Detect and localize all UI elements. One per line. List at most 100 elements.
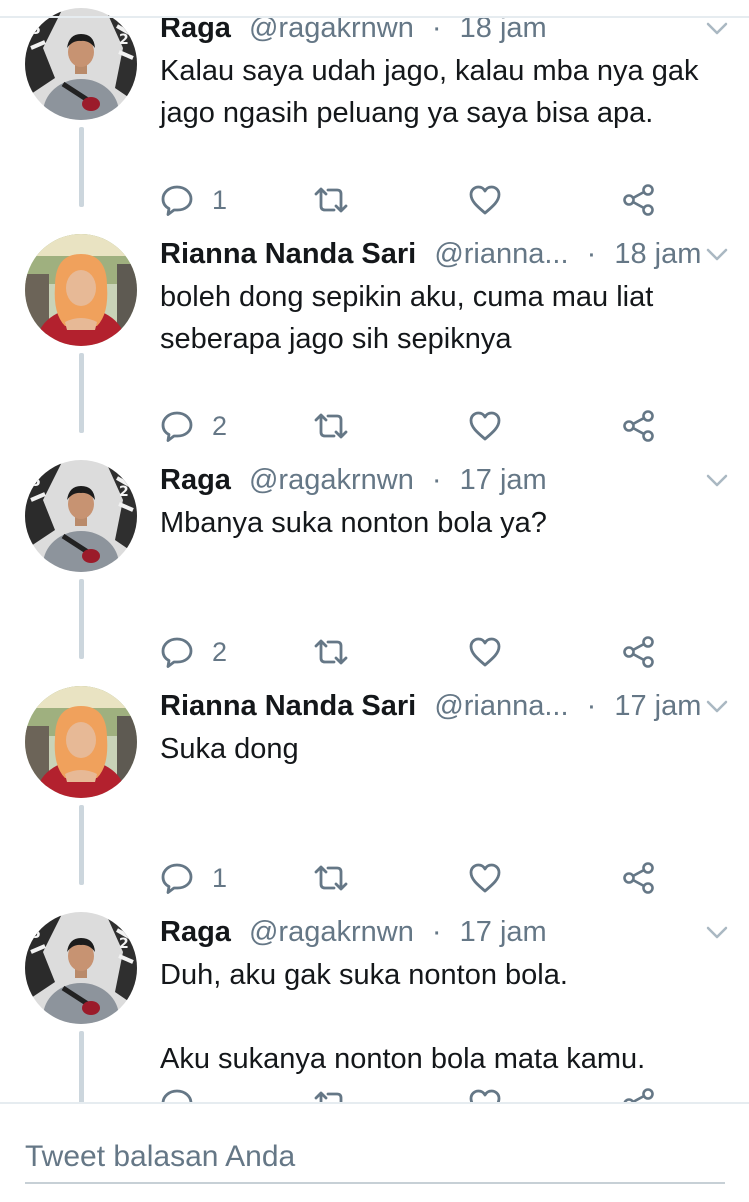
like-button[interactable]: [468, 406, 502, 446]
reply-button[interactable]: [160, 1084, 212, 1102]
author-name[interactable]: Raga: [160, 916, 231, 948]
tweet-text-line: Aku sukanya nonton bola mata kamu.: [160, 1043, 646, 1075]
share-icon: [623, 184, 654, 216]
timestamp[interactable]: 17 jam: [460, 464, 547, 496]
like-button[interactable]: [468, 180, 502, 220]
tweet-text: Mbanya suka nonton bola ya?: [160, 502, 735, 544]
author-handle[interactable]: @rianna...: [434, 238, 568, 270]
heart-icon: [469, 185, 501, 215]
tweet-text: Suka dong: [160, 728, 735, 770]
like-button[interactable]: [468, 858, 502, 898]
reply-button[interactable]: 2: [160, 406, 227, 446]
heart-icon: [469, 637, 501, 667]
retweet-button[interactable]: [312, 180, 350, 220]
reply-icon: [161, 863, 193, 894]
tweet-header: Raga @ragakrnwn · 18 jam: [160, 8, 547, 48]
separator-dot: ·: [586, 690, 597, 722]
timestamp[interactable]: 18 jam: [614, 238, 701, 270]
reply-count: 1: [212, 862, 228, 893]
tweet-header: Raga @ragakrnwn · 17 jam: [160, 460, 547, 500]
tweet-actions: [160, 1084, 680, 1102]
svg-text:2: 2: [119, 32, 129, 48]
tweet-text-line: seberapa jago sih sepiknya: [160, 323, 512, 355]
tweet[interactable]: Rianna Nanda Sari @rianna... · 18 jam bo…: [0, 234, 749, 460]
retweet-icon: [314, 187, 348, 213]
like-button[interactable]: [468, 1084, 502, 1102]
reply-icon: [161, 185, 193, 216]
share-icon: [623, 862, 654, 894]
retweet-button[interactable]: [312, 858, 350, 898]
rianna-avatar[interactable]: [25, 234, 137, 346]
reply-button[interactable]: 1: [160, 858, 227, 898]
timestamp[interactable]: 17 jam: [614, 690, 701, 722]
chevron-down-icon[interactable]: [706, 248, 728, 262]
chevron-down-icon[interactable]: [706, 926, 728, 940]
retweet-button[interactable]: [312, 1084, 350, 1102]
reply-composer: [0, 1102, 749, 1202]
reply-icon: [161, 1089, 193, 1102]
retweet-icon: [314, 865, 348, 891]
tweet-text-line: Suka dong: [160, 733, 299, 765]
tweet-actions: 2: [160, 632, 680, 672]
rianna-avatar[interactable]: [25, 686, 137, 798]
author-name[interactable]: Raga: [160, 464, 231, 496]
reply-input[interactable]: [25, 1132, 725, 1184]
reply-count: 2: [212, 410, 228, 441]
tweet[interactable]: 52 Raga @ragakrnwn · 17 jam Duh, aku gak…: [0, 912, 749, 1102]
top-divider: [0, 16, 749, 18]
tweet-text: Kalau saya udah jago, kalau mba nya gak j…: [160, 50, 735, 134]
share-button[interactable]: [622, 632, 656, 672]
heart-icon: [469, 863, 501, 893]
share-button[interactable]: [622, 180, 656, 220]
retweet-button[interactable]: [312, 406, 350, 446]
svg-text:2: 2: [119, 484, 129, 500]
svg-text:5: 5: [31, 22, 41, 38]
chevron-down-icon[interactable]: [706, 474, 728, 488]
tweet-text: Duh, aku gak suka nonton bola. Aku sukany…: [160, 954, 735, 1080]
author-handle[interactable]: @rianna...: [434, 690, 568, 722]
reply-button[interactable]: 2: [160, 632, 227, 672]
tweet[interactable]: 52 Raga @ragakrnwn · 17 jam Mbanya suka …: [0, 460, 749, 686]
reply-icon: [161, 411, 193, 442]
author-handle[interactable]: @ragakrnwn: [249, 916, 414, 948]
retweet-icon: [314, 639, 348, 665]
tweet-actions: 2: [160, 406, 680, 446]
raga-avatar[interactable]: 52: [25, 8, 137, 120]
chevron-down-icon[interactable]: [706, 700, 728, 714]
tweet-header: Raga @ragakrnwn · 17 jam: [160, 912, 547, 952]
share-icon: [623, 410, 654, 442]
author-name[interactable]: Rianna Nanda Sari: [160, 238, 416, 270]
raga-avatar[interactable]: 52: [25, 460, 137, 572]
retweet-icon: [314, 1091, 343, 1102]
author-name[interactable]: Rianna Nanda Sari: [160, 690, 416, 722]
conversation-thread: 52 Raga @ragakrnwn · 18 jam Kalau saya u…: [0, 0, 749, 1102]
tweet-text-line: boleh dong sepikin aku, cuma mau liat: [160, 281, 654, 313]
tweet[interactable]: 52 Raga @ragakrnwn · 18 jam Kalau saya u…: [0, 8, 749, 234]
heart-icon: [469, 411, 501, 441]
share-button[interactable]: [622, 858, 656, 898]
tweet-text-line: Kalau saya udah jago, kalau mba nya gak: [160, 55, 699, 87]
separator-dot: ·: [431, 916, 442, 948]
tweet-text-line: Mbanya suka nonton bola ya?: [160, 507, 547, 539]
chevron-down-icon[interactable]: [706, 22, 728, 36]
timestamp[interactable]: 17 jam: [460, 916, 547, 948]
retweet-icon: [314, 413, 348, 439]
reply-icon: [161, 637, 193, 668]
author-handle[interactable]: @ragakrnwn: [249, 464, 414, 496]
share-button[interactable]: [622, 1084, 656, 1102]
share-button[interactable]: [622, 406, 656, 446]
tweet-text: boleh dong sepikin aku, cuma mau liat seb…: [160, 276, 735, 360]
svg-text:5: 5: [31, 926, 41, 942]
like-button[interactable]: [468, 632, 502, 672]
reply-count: 1: [212, 184, 228, 215]
tweet-header: Rianna Nanda Sari @rianna... · 17 jam: [160, 686, 701, 726]
svg-text:2: 2: [119, 936, 129, 952]
separator-dot: ·: [586, 238, 597, 270]
tweet-text-line: Duh, aku gak suka nonton bola.: [160, 959, 568, 991]
tweet[interactable]: Rianna Nanda Sari @rianna... · 17 jam Su…: [0, 686, 749, 912]
reply-button[interactable]: 1: [160, 180, 227, 220]
retweet-button[interactable]: [312, 632, 350, 672]
tweet-actions: 1: [160, 858, 680, 898]
raga-avatar[interactable]: 52: [25, 912, 137, 1024]
share-icon: [623, 1088, 654, 1102]
